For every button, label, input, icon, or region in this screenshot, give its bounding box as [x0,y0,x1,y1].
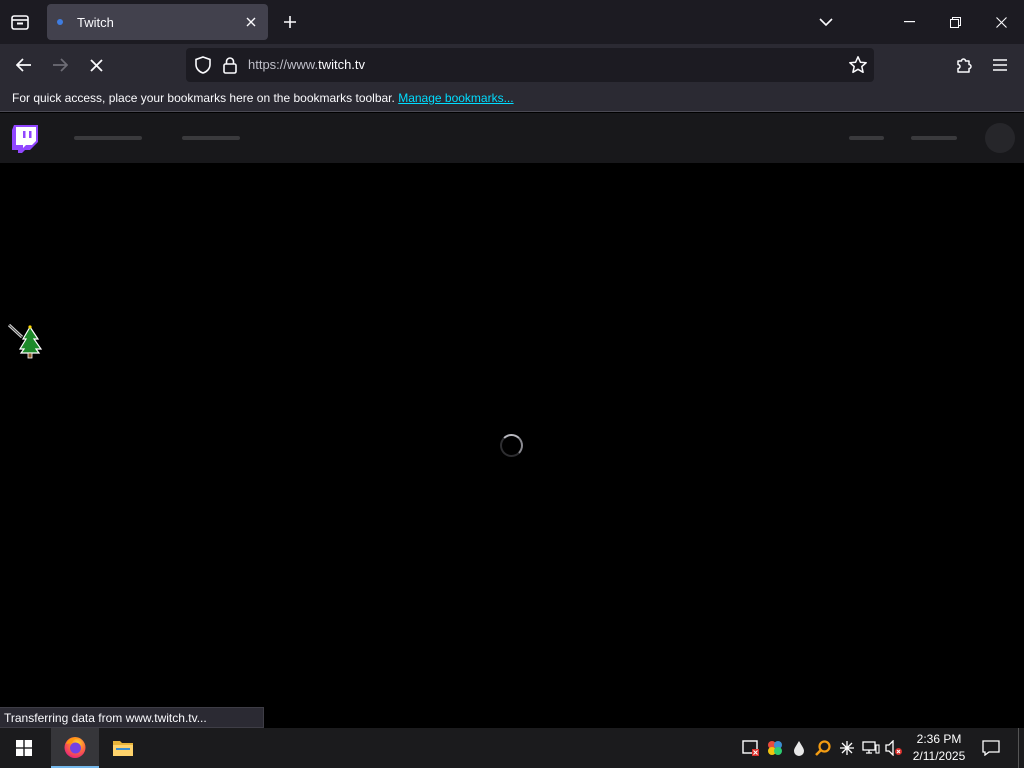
tray-network[interactable] [861,738,881,758]
start-button[interactable] [0,728,48,768]
hamburger-menu-icon [993,59,1007,71]
nav-skeleton-login [849,136,884,140]
forward-button[interactable] [44,49,76,81]
tray-search-tool[interactable] [813,738,833,758]
tray-colorful-app[interactable] [765,738,785,758]
lock-icon[interactable] [222,56,238,74]
stop-x-icon [89,58,103,72]
action-center-button[interactable] [978,737,1004,759]
taskbar-clock[interactable]: 2:36 PM 2/11/2025 [905,731,973,765]
tray-security-alert[interactable] [741,738,761,758]
arrow-left-icon [16,58,31,72]
notification-icon [982,740,1000,756]
bluetooth-asterisk-icon [840,741,854,755]
tray-bluetooth[interactable] [837,738,857,758]
bookmark-star-icon[interactable] [848,55,868,75]
drop-icon [794,741,804,756]
manage-bookmarks-link[interactable]: Manage bookmarks... [398,91,513,105]
tray-volume[interactable] [884,738,904,758]
taskbar: 2:36 PM 2/11/2025 [0,728,1024,768]
arrow-right-icon [53,58,68,72]
volume-muted-icon [885,740,902,756]
clock-time: 2:36 PM [916,732,962,746]
loading-dot-icon [57,19,63,25]
url-text[interactable]: https://www.twitch.tv [248,57,365,72]
firefox-icon [64,737,86,758]
tray-drop[interactable] [789,738,809,758]
twitch-top-nav [0,113,1024,163]
page-content [0,163,1024,728]
nav-skeleton-browse [182,136,240,140]
taskbar-firefox[interactable] [51,728,99,768]
navigation-toolbar: https://www.twitch.tv [0,44,1024,86]
app-menu-button[interactable] [984,49,1016,81]
close-icon [246,17,256,27]
firefox-view-icon [11,15,29,30]
back-button[interactable] [8,49,40,81]
close-window-button[interactable] [978,0,1024,44]
search-orange-icon [815,740,831,756]
show-desktop-button[interactable] [1018,728,1024,768]
clock-date: 2/11/2025 [912,749,966,763]
tab-title: Twitch [77,14,114,30]
taskbar-file-explorer[interactable] [99,728,147,768]
nav-skeleton-following [74,136,142,140]
nav-skeleton-signup [911,136,957,140]
url-prefix: https://www. [248,57,319,72]
address-bar[interactable]: https://www.twitch.tv [186,48,874,82]
firefox-view-button[interactable] [4,6,36,38]
network-icon [862,741,880,754]
security-alert-icon [742,740,759,756]
extensions-button[interactable] [948,49,980,81]
list-all-tabs-button[interactable] [812,8,840,36]
url-domain: twitch.tv [318,57,366,72]
tracking-protection-shield-icon[interactable] [194,56,212,74]
minimize-icon [903,21,915,23]
status-panel: Transferring data from www.twitch.tv... [0,707,264,728]
bookmarks-empty-message: For quick access, place your bookmarks h… [12,91,395,105]
chevron-down-icon [819,17,833,26]
close-icon [995,16,1007,28]
tab-twitch[interactable]: Twitch [47,4,268,40]
christmas-tree-cursor-icon [7,323,43,359]
plus-icon [284,16,296,28]
avatar-placeholder [985,123,1015,153]
restore-button[interactable] [932,0,978,44]
loading-spinner [500,434,523,457]
puzzle-piece-icon [957,58,972,73]
stop-loading-button[interactable] [80,49,112,81]
minimize-button[interactable] [886,0,932,44]
restore-icon [949,16,961,28]
windows-logo-icon [16,740,32,756]
tab-strip: Twitch [0,0,1024,44]
colorful-app-icon [768,741,782,755]
twitch-logo-icon[interactable] [12,125,38,153]
bookmarks-toolbar: For quick access, place your bookmarks h… [0,86,1024,112]
file-explorer-icon [113,741,133,756]
new-tab-button[interactable] [276,8,304,36]
tab-close-button[interactable] [239,10,263,34]
